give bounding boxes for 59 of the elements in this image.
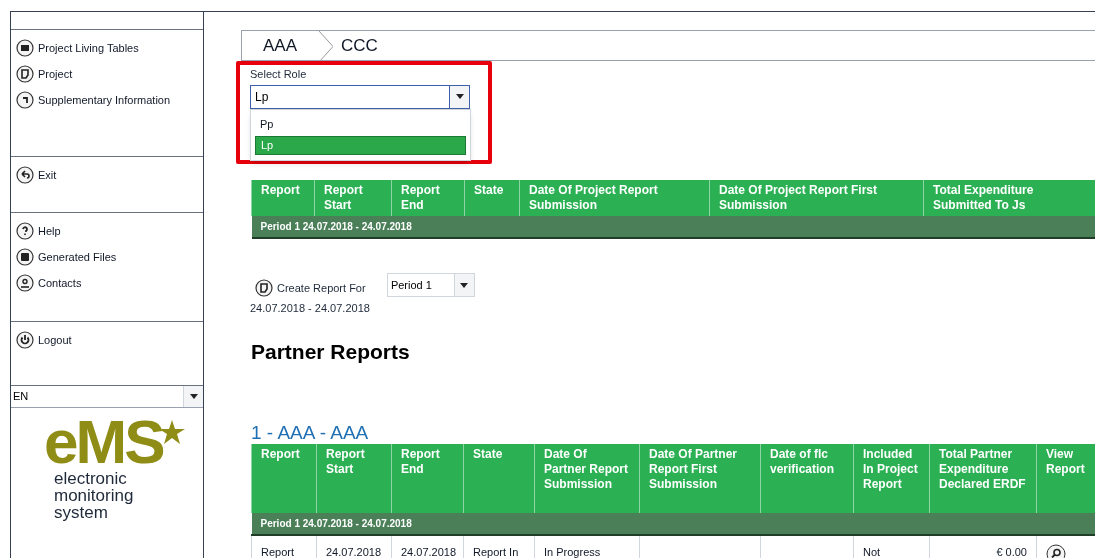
sidebar-link[interactable]: Project <box>16 65 73 83</box>
table-cell: 24.07.2018 <box>326 546 382 558</box>
column-header: Total Partner Expenditure Declared ERDF <box>929 444 1037 513</box>
column-header: View Report <box>1036 444 1095 513</box>
sidebar-link[interactable]: Generated Files <box>16 248 117 266</box>
table-icon <box>16 39 34 57</box>
sidebar-link[interactable]: Project Living Tables <box>16 39 139 57</box>
table-cell: € 0.00 <box>996 546 1027 558</box>
table-cell: Not <box>863 546 881 558</box>
caret-icon <box>460 282 469 288</box>
section-title: Partner Reports <box>251 338 410 365</box>
column-header: Report Start <box>314 180 392 216</box>
document-icon <box>255 279 273 297</box>
column-header: Date Of Partner Report First Submission <box>639 444 761 513</box>
column-header: Report <box>251 180 315 216</box>
sidebar-link[interactable]: Logout <box>16 331 72 349</box>
field-label: Select Role <box>250 67 307 82</box>
period-row: Period 1 24.07.2018 - 24.07.2018 <box>251 216 1095 238</box>
sidebar-link[interactable]: Contacts <box>16 274 82 292</box>
period-row: Period 1 24.07.2018 - 24.07.2018 <box>251 513 1095 535</box>
column-header: State <box>464 180 520 216</box>
table-cell: In Progress <box>544 546 601 558</box>
table-cell: Report In <box>473 546 519 558</box>
table-cell: 24.07.2018 <box>401 546 457 558</box>
save-icon <box>16 248 34 266</box>
logo-mark: eMS <box>44 418 163 466</box>
create-report-link[interactable]: Create Report For <box>255 279 366 297</box>
column-header: Date of flc verification <box>760 444 854 513</box>
column-header: Date Of Project Report Submission <box>519 180 710 216</box>
column-header: Total Expenditure Submitted To Js <box>923 180 1095 216</box>
logo-tagline: electronic monitoring system <box>54 470 135 521</box>
partner-title: 1 - AAA - AAA <box>251 422 369 444</box>
column-header: Date Of Project Report First Submission <box>709 180 924 216</box>
table-cell: Report <box>261 546 295 558</box>
sidebar-link[interactable]: Exit <box>16 166 57 184</box>
column-header: Report End <box>391 180 465 216</box>
document-icon <box>16 65 34 83</box>
search-icon[interactable] <box>1046 544 1066 558</box>
language-select[interactable]: EN <box>11 386 203 408</box>
column-header: Report Start <box>316 444 392 513</box>
column-header: Included In Project Report <box>853 444 930 513</box>
breadcrumb-link[interactable]: CCC <box>333 31 378 60</box>
column-header: State <box>463 444 535 513</box>
column-header: Report End <box>391 444 464 513</box>
power-icon <box>16 331 34 349</box>
person-icon <box>16 274 34 292</box>
role-select[interactable]: Lp <box>250 84 470 109</box>
caret-icon <box>189 394 198 399</box>
column-header: Date Of Partner Report Submission <box>534 444 640 513</box>
dropdown-option[interactable]: Pp <box>255 114 466 134</box>
date-range: 24.07.2018 - 24.07.2018 <box>250 301 370 316</box>
help-icon <box>16 222 34 240</box>
sidebar-link[interactable]: Help <box>16 222 61 240</box>
caret-icon <box>455 94 464 99</box>
period-select[interactable]: Period 1 <box>386 273 475 297</box>
column-header: Report <box>251 444 317 513</box>
sidebar-link[interactable]: Supplementary Information <box>16 91 171 109</box>
chevron-separator-icon <box>319 31 334 62</box>
breadcrumb-link[interactable]: AAA <box>242 31 320 60</box>
